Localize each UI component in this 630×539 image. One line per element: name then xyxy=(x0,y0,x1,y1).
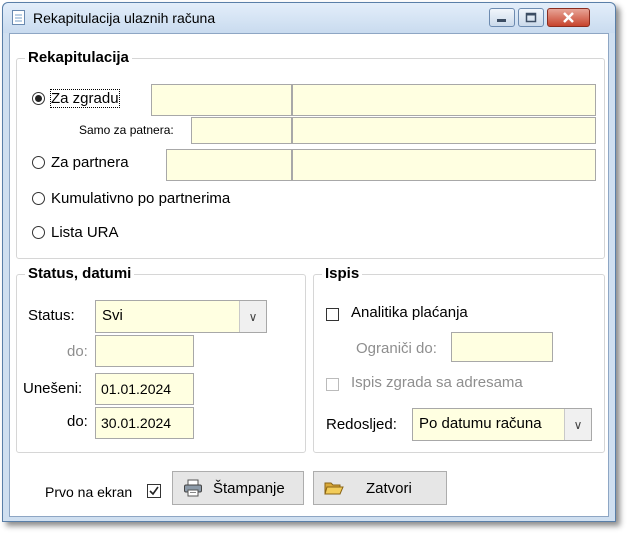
radio-label: Za partnera xyxy=(51,154,129,171)
title-bar: Rekapitulacija ulaznih računa xyxy=(3,3,615,33)
redosljed-label: Redosljed: xyxy=(326,416,397,433)
samo-za-partnera-label: Samo za patnera: xyxy=(79,123,174,137)
prvo-na-ekran-label: Prvo na ekran xyxy=(45,484,133,500)
radio-lista-ura[interactable]: Lista URA xyxy=(32,224,119,241)
maximize-button[interactable] xyxy=(518,8,544,27)
document-icon xyxy=(12,10,25,25)
analitika-label: Analitika plaćanja xyxy=(351,304,468,321)
do-date-label: do: xyxy=(67,413,88,430)
partner-name-field[interactable] xyxy=(292,149,596,181)
stampanje-button[interactable]: Štampanje xyxy=(172,471,304,505)
radio-button[interactable] xyxy=(32,192,45,205)
window-title: Rekapitulacija ulaznih računa xyxy=(33,10,216,26)
redosljed-value: Po datumu računa xyxy=(419,415,542,432)
rekapitulacija-title: Rekapitulacija xyxy=(25,49,132,66)
ispis-title: Ispis xyxy=(322,265,363,282)
status-combo[interactable]: Svi ∨ xyxy=(95,300,267,333)
radio-button[interactable] xyxy=(32,92,45,105)
zgrada-name-field[interactable] xyxy=(292,84,596,116)
ogranici-field[interactable] xyxy=(451,332,553,362)
status-datumi-title: Status, datumi xyxy=(25,265,135,282)
uneseni-label: Unešeni: xyxy=(23,380,83,397)
chevron-down-icon[interactable]: ∨ xyxy=(239,301,266,332)
radio-kumulativno[interactable]: Kumulativno po partnerima xyxy=(32,190,230,207)
uneseni-to-field[interactable]: 30.01.2024 xyxy=(95,407,194,439)
ogranici-label: Ograniči do: xyxy=(356,340,437,357)
uneseni-from-field[interactable]: 01.01.2024 xyxy=(95,373,194,405)
status-do-field[interactable] xyxy=(95,335,194,367)
minimize-button[interactable] xyxy=(489,8,515,27)
ispis-zgrada-checkbox[interactable] xyxy=(326,378,339,391)
chevron-down-icon[interactable]: ∨ xyxy=(564,409,591,440)
dialog-body: Rekapitulacija Za zgradu Samo za patnera… xyxy=(9,33,609,517)
radio-za-partnera[interactable]: Za partnera xyxy=(32,154,129,171)
radio-label: Za zgradu xyxy=(50,89,120,108)
do-label: do: xyxy=(67,343,88,360)
stampanje-label: Štampanje xyxy=(213,479,285,497)
analitika-checkbox[interactable] xyxy=(326,308,339,321)
prvo-na-ekran-checkbox[interactable] xyxy=(147,484,161,498)
samo-partner-code-field[interactable] xyxy=(191,117,292,144)
radio-button[interactable] xyxy=(32,156,45,169)
partner-code-field[interactable] xyxy=(166,149,292,181)
radio-label: Kumulativno po partnerima xyxy=(51,190,231,207)
radio-button[interactable] xyxy=(32,226,45,239)
radio-label: Lista URA xyxy=(51,224,119,241)
status-label: Status: xyxy=(28,307,75,324)
dialog-window: Rekapitulacija ulaznih računa Rekapitula… xyxy=(2,2,616,522)
redosljed-combo[interactable]: Po datumu računa ∨ xyxy=(412,408,592,441)
ispis-zgrada-label: Ispis zgrada sa adresama xyxy=(351,374,523,391)
zgrada-code-field[interactable] xyxy=(151,84,292,116)
maximize-icon xyxy=(525,12,537,23)
close-button[interactable] xyxy=(547,8,590,27)
zatvori-label: Zatvori xyxy=(366,479,412,497)
checkmark-icon xyxy=(149,486,159,496)
zatvori-button[interactable]: Zatvori xyxy=(313,471,447,505)
minimize-icon xyxy=(497,19,506,22)
printer-icon xyxy=(184,479,202,497)
status-value: Svi xyxy=(102,307,123,324)
samo-partner-name-field[interactable] xyxy=(292,117,596,144)
close-icon xyxy=(563,12,574,23)
open-folder-icon xyxy=(324,482,344,495)
radio-za-zgradu[interactable]: Za zgradu xyxy=(32,89,120,108)
